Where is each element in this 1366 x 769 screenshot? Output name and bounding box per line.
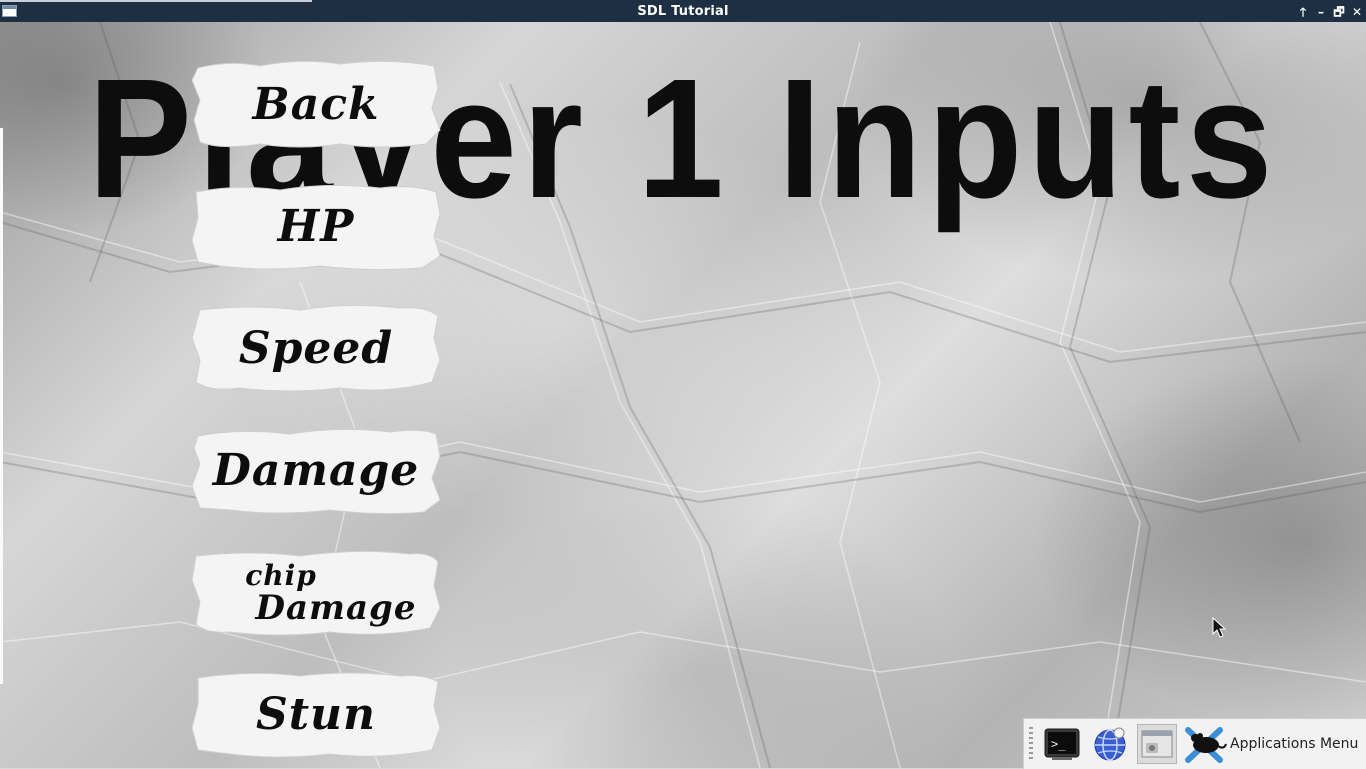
window-title: SDL Tutorial: [637, 4, 729, 19]
taskbar-panel: >_ Applications Menu: [1023, 718, 1366, 769]
applications-menu-label[interactable]: Applications Menu: [1230, 719, 1358, 769]
minimize-button[interactable]: –: [1312, 0, 1330, 22]
applications-menu-button[interactable]: [1184, 724, 1227, 764]
chip-damage-label-line2: Damage: [255, 588, 417, 628]
svg-text:>_: >_: [1051, 737, 1066, 751]
hp-button[interactable]: HP: [190, 180, 442, 272]
back-button-label: Back: [252, 78, 380, 130]
panel-grip-handle[interactable]: [1029, 727, 1033, 761]
maximize-button[interactable]: 🗗: [1330, 0, 1348, 22]
damage-button[interactable]: Damage: [190, 424, 442, 516]
back-button[interactable]: Back: [190, 58, 442, 150]
window-list-button[interactable]: [1137, 724, 1177, 764]
speed-button-label: Speed: [238, 322, 394, 374]
xfce-mouse-icon: [1185, 727, 1227, 763]
close-button[interactable]: ✕: [1348, 0, 1366, 22]
terminal-launcher[interactable]: >_: [1042, 724, 1082, 764]
stun-button-label: Stun: [255, 688, 377, 740]
stun-button[interactable]: Stun: [190, 668, 442, 760]
game-canvas[interactable]: Player 1 Inputs Back HP Speed Damage chi…: [0, 22, 1366, 768]
globe-icon: [1094, 727, 1126, 761]
damage-button-label: Damage: [212, 444, 420, 496]
chip-damage-button-label: chip Damage: [190, 546, 442, 638]
window-titlebar[interactable]: SDL Tutorial 🡑 – 🗗 ✕: [0, 0, 1366, 22]
mouse-pointer-icon: [1212, 617, 1227, 638]
speed-button[interactable]: Speed: [190, 302, 442, 394]
terminal-icon: >_: [1044, 728, 1080, 760]
window-icon: [1141, 730, 1173, 758]
web-browser-launcher[interactable]: [1090, 724, 1130, 764]
chip-damage-button[interactable]: chip Damage: [190, 546, 442, 638]
keep-above-icon[interactable]: 🡑: [1294, 0, 1312, 22]
hp-button-label: HP: [277, 200, 355, 252]
